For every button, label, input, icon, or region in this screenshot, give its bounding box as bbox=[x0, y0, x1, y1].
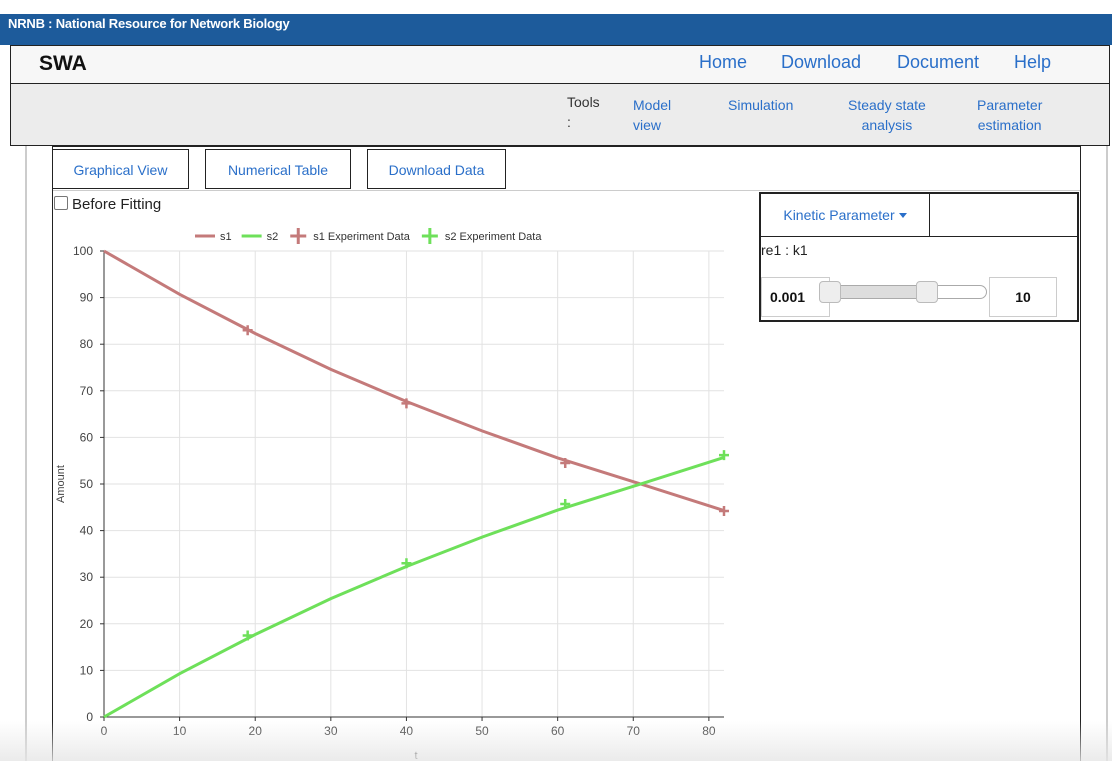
nav-download-link[interactable]: Download bbox=[781, 52, 861, 73]
tool-steady-state-line2: analysis bbox=[861, 117, 913, 133]
legend-label: s2 bbox=[267, 231, 279, 243]
tools-label-text: Tools bbox=[567, 94, 600, 110]
data-point-marker bbox=[719, 506, 729, 517]
y-tick-label: 90 bbox=[80, 291, 94, 305]
series-line-s2 bbox=[103, 456, 725, 719]
tool-simulation[interactable]: Simulation bbox=[728, 95, 793, 115]
slider-min-handle[interactable] bbox=[819, 281, 841, 303]
x-axis-label: t bbox=[414, 750, 417, 761]
y-tick-label: 40 bbox=[80, 524, 94, 538]
tab-graphical-view[interactable]: Graphical View bbox=[52, 149, 189, 189]
y-tick-label: 10 bbox=[80, 663, 94, 677]
tool-model-view-line2: view bbox=[633, 117, 662, 133]
legend-label: s1 bbox=[220, 231, 232, 243]
y-tick-label: 0 bbox=[86, 710, 93, 724]
y-tick-label: 20 bbox=[80, 617, 94, 631]
tab-numerical-table[interactable]: Numerical Table bbox=[205, 149, 351, 189]
legend-label: s1 Experiment Data bbox=[313, 231, 410, 243]
x-tick-label: 40 bbox=[400, 724, 414, 738]
tool-model-view-line1: Model bbox=[633, 97, 672, 113]
nav-document-link[interactable]: Document bbox=[897, 52, 979, 73]
content-right-border bbox=[1106, 146, 1108, 761]
parameter-max-input[interactable]: 10 bbox=[989, 277, 1057, 317]
tool-parameter-estimation-line1: Parameter bbox=[977, 97, 1043, 113]
legend-swatch bbox=[421, 228, 438, 244]
before-fitting-option[interactable]: Before Fitting bbox=[54, 196, 161, 213]
tool-steady-state-analysis[interactable]: Steady state analysis bbox=[848, 95, 926, 135]
tools-colon: : bbox=[567, 114, 571, 130]
legend-swatch bbox=[290, 228, 307, 244]
tools-label: Tools : bbox=[567, 92, 600, 132]
tool-steady-state-line1: Steady state bbox=[848, 97, 926, 113]
nav-home-link[interactable]: Home bbox=[699, 52, 747, 73]
app-title[interactable]: SWA bbox=[39, 52, 87, 76]
site-brand[interactable]: NRNB : National Resource for Network Bio… bbox=[8, 16, 290, 31]
x-tick-label: 0 bbox=[101, 724, 108, 738]
y-tick-label: 100 bbox=[73, 244, 93, 258]
nav-help-link[interactable]: Help bbox=[1014, 52, 1051, 73]
x-tick-label: 80 bbox=[702, 724, 716, 738]
x-tick-label: 60 bbox=[551, 724, 565, 738]
navbar: SWA Home Download Document Help bbox=[10, 45, 1110, 83]
y-axis-label: Amount bbox=[55, 465, 67, 503]
tool-simulation-label: Simulation bbox=[728, 97, 794, 113]
kinetic-panel-divider bbox=[761, 236, 1077, 237]
series-line-s1 bbox=[103, 249, 725, 512]
kinetic-parameter-dropdown[interactable]: Kinetic Parameter bbox=[761, 194, 930, 237]
top-banner: NRNB : National Resource for Network Bio… bbox=[0, 0, 1112, 45]
tab-divider bbox=[53, 190, 1080, 191]
tools-bar: Tools : Model view Simulation Steady sta… bbox=[10, 83, 1110, 146]
y-tick-label: 50 bbox=[80, 477, 94, 491]
x-tick-label: 30 bbox=[324, 724, 338, 738]
tab-download-data[interactable]: Download Data bbox=[367, 149, 506, 189]
before-fitting-label: Before Fitting bbox=[72, 196, 162, 213]
tool-model-view[interactable]: Model view bbox=[633, 95, 672, 135]
caret-down-icon bbox=[898, 213, 907, 218]
tool-parameter-estimation-line2: estimation bbox=[977, 117, 1042, 133]
tool-parameter-estimation[interactable]: Parameter estimation bbox=[977, 95, 1042, 135]
y-tick-label: 70 bbox=[80, 384, 94, 398]
kinetic-parameter-label: Kinetic Parameter bbox=[783, 207, 895, 223]
y-tick-label: 80 bbox=[80, 337, 94, 351]
parameter-slider-track[interactable] bbox=[821, 285, 987, 299]
y-tick-label: 60 bbox=[80, 430, 94, 444]
legend-label: s2 Experiment Data bbox=[445, 231, 542, 243]
kinetic-parameter-panel: Kinetic Parameter re1 : k1 0.001 10 bbox=[759, 192, 1079, 322]
parameter-name: re1 : k1 bbox=[761, 242, 808, 258]
slider-value-handle[interactable] bbox=[916, 281, 939, 303]
x-tick-label: 20 bbox=[249, 724, 263, 738]
before-fitting-checkbox[interactable] bbox=[54, 196, 68, 210]
simulation-chart: 0 10 20 30 40 50 60 70 80 0 10 20 30 40 50 60 70 80 90 100 A… bbox=[55, 228, 729, 761]
x-tick-label: 10 bbox=[173, 724, 187, 738]
x-tick-label: 50 bbox=[475, 724, 489, 738]
x-tick-label: 70 bbox=[627, 724, 641, 738]
y-tick-label: 30 bbox=[80, 570, 94, 584]
content-left-border bbox=[25, 146, 27, 761]
